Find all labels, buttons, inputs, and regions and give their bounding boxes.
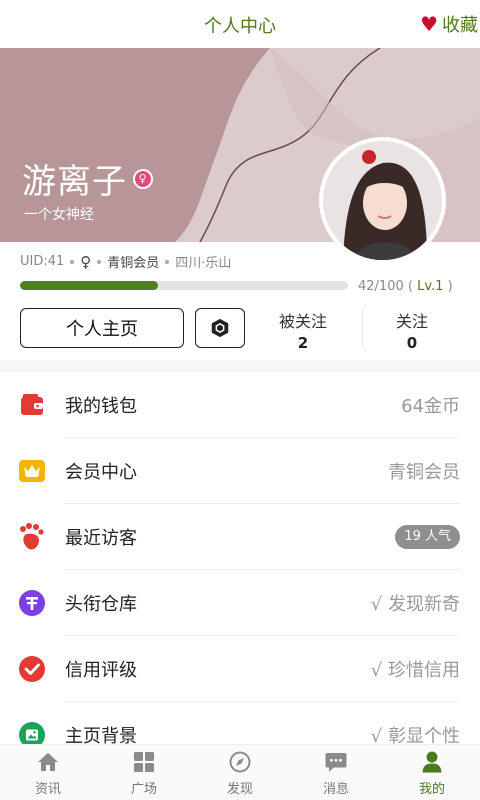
menu-list: 我的钱包 64金币 会员中心 青铜会员 最近访客 19 人气 头衔仓库 √ 发现… [0, 372, 480, 768]
nav-label: 广场 [130, 782, 157, 797]
nav-label: 资讯 [34, 782, 61, 797]
location: 四川·乐山 [175, 256, 232, 271]
paren-open: ( [407, 279, 413, 294]
menu-item-credit[interactable]: 信用评级 √ 珍惜信用 [0, 636, 480, 702]
check-circle-icon [19, 656, 45, 682]
avatar-photo [323, 141, 442, 260]
menu-value: √ 珍惜信用 [370, 660, 460, 681]
nav-item-discover[interactable]: 发现 [192, 745, 288, 800]
level-label: Lv.1 [417, 279, 444, 294]
menu-label: 我的钱包 [65, 396, 137, 417]
message-icon [324, 750, 348, 774]
nav-label: 我的 [418, 782, 445, 797]
progress-count: 42/100 [358, 279, 404, 294]
menu-item-wallet[interactable]: 我的钱包 64金币 [0, 372, 480, 438]
section-divider [0, 360, 480, 372]
username-text: 游离子 [22, 162, 127, 202]
hexagon-icon [211, 318, 229, 338]
nav-label: 发现 [226, 782, 253, 797]
top-bar: 个人中心 ♥ 收藏 [0, 0, 480, 48]
menu-label: 信用评级 [65, 660, 137, 681]
menu-item-membership[interactable]: 会员中心 青铜会员 [0, 438, 480, 504]
menu-value: √ 发现新奇 [370, 594, 460, 615]
popularity-badge: 19 人气 [395, 525, 460, 549]
menu-value: 64金币 [401, 396, 460, 417]
separator-dot [70, 259, 75, 264]
heart-icon: ♥ [420, 12, 438, 36]
nav-item-square[interactable]: 广场 [96, 745, 192, 800]
nav-item-me[interactable]: 我的 [384, 745, 480, 800]
following-count: 0 [406, 334, 418, 352]
title-icon [19, 590, 45, 616]
menu-value: 青铜会员 [388, 462, 460, 483]
avatar[interactable] [319, 137, 446, 264]
favorites-label: 收藏 [442, 15, 478, 36]
gender-badge: ♀ [133, 168, 153, 189]
female-symbol: ♀ [80, 252, 92, 271]
member-level: 青铜会员 [107, 256, 160, 271]
menu-item-visitors[interactable]: 最近访客 19 人气 [0, 504, 480, 570]
compass-icon [228, 750, 252, 774]
profile-info: UID:41 ♀ 青铜会员 四川·乐山 [20, 252, 232, 272]
menu-label: 头衔仓库 [65, 594, 137, 615]
menu-label: 最近访客 [65, 528, 137, 549]
grid-icon [132, 750, 156, 774]
personal-homepage-button[interactable]: 个人主页 [20, 308, 184, 348]
following-stat[interactable]: 关注 0 [362, 308, 462, 352]
separator-dot [97, 259, 102, 264]
menu-item-titles[interactable]: 头衔仓库 √ 发现新奇 [0, 570, 480, 636]
following-label: 关注 [395, 312, 428, 331]
user-icon [420, 750, 444, 774]
uid: UID:41 [20, 254, 65, 269]
paren-close: ) [447, 279, 453, 294]
nav-label: 消息 [322, 782, 349, 797]
signature: 一个女神经 [24, 207, 94, 223]
separator-dot [165, 259, 170, 264]
bottom-nav: 资讯 广场 发现 消息 我的 [0, 744, 480, 800]
hexagon-button[interactable] [195, 308, 245, 348]
level-progress-fill [20, 281, 158, 290]
favorites-button[interactable]: ♥ 收藏 [420, 11, 478, 37]
level-progress-bar [20, 281, 348, 290]
nav-item-news[interactable]: 资讯 [0, 745, 96, 800]
level-progress-text: 42/100 ( Lv.1 ) [358, 279, 453, 294]
female-icon: ♀ [135, 170, 151, 187]
menu-label: 会员中心 [65, 462, 137, 483]
footprint-icon [19, 523, 45, 550]
followers-label: 被关注 [278, 312, 327, 331]
nav-item-messages[interactable]: 消息 [288, 745, 384, 800]
followers-count: 2 [297, 334, 309, 352]
wallet-icon [19, 392, 45, 418]
crown-icon [19, 458, 45, 484]
page-title: 个人中心 [204, 16, 276, 37]
home-icon [36, 750, 60, 774]
username: 游离子 ♀ [22, 154, 153, 203]
followers-stat[interactable]: 被关注 2 [253, 308, 353, 352]
